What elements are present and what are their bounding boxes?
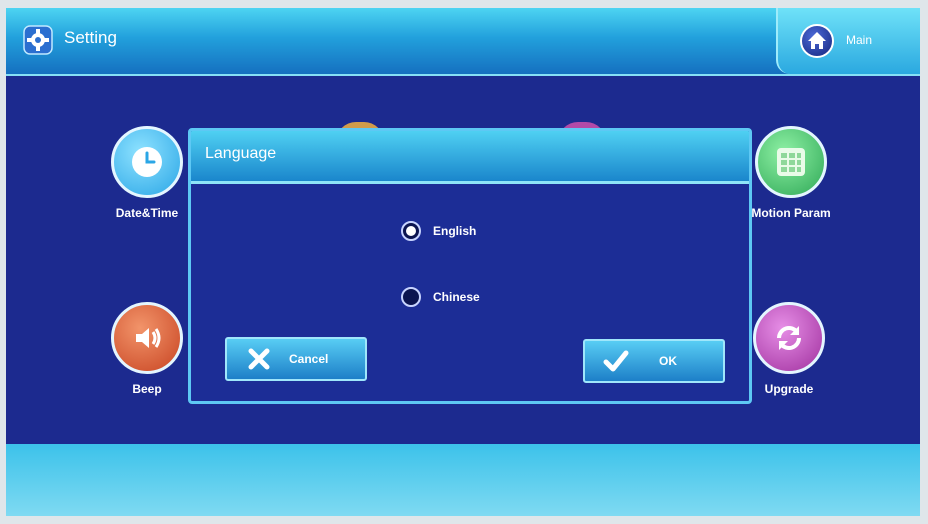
main-button[interactable]: Main <box>776 8 920 74</box>
speaker-icon <box>111 302 183 374</box>
language-dialog: Language English Chinese Cancel OK <box>188 128 752 404</box>
radio-button[interactable] <box>401 287 421 307</box>
header-bar: Setting Main <box>6 8 920 76</box>
radio-label: English <box>433 224 477 238</box>
main-label: Main <box>846 33 873 47</box>
grid-icon <box>755 126 827 198</box>
page-title: Setting <box>64 28 117 47</box>
radio-dot <box>406 226 416 236</box>
dialog-header: Language <box>191 131 749 184</box>
cancel-label: Cancel <box>289 352 329 366</box>
radio-option-chinese[interactable]: Chinese <box>401 287 480 307</box>
tile-motion-param[interactable]: Motion Param <box>736 126 846 220</box>
radio-button-selected[interactable] <box>401 221 421 241</box>
checkmark-icon <box>603 350 629 372</box>
clock-icon <box>111 126 183 198</box>
cancel-button[interactable]: Cancel <box>225 337 367 381</box>
home-icon <box>800 24 834 58</box>
tile-label: Beep <box>132 382 162 396</box>
gear-icon <box>23 25 53 55</box>
ok-label: OK <box>659 354 677 368</box>
refresh-icon <box>753 302 825 374</box>
tile-beep[interactable]: Beep <box>92 302 202 396</box>
ok-button[interactable]: OK <box>583 339 725 383</box>
x-icon <box>248 348 270 370</box>
tile-label: Date&Time <box>115 206 179 220</box>
dialog-title: Language <box>205 145 277 162</box>
settings-screen: Setting Main Date&Time Motion Param Beep… <box>6 8 920 516</box>
tile-date-time[interactable]: Date&Time <box>92 126 202 220</box>
radio-label: Chinese <box>433 290 480 304</box>
footer-bar <box>6 444 920 516</box>
radio-option-english[interactable]: English <box>401 221 476 241</box>
tile-label: Motion Param <box>751 206 831 220</box>
